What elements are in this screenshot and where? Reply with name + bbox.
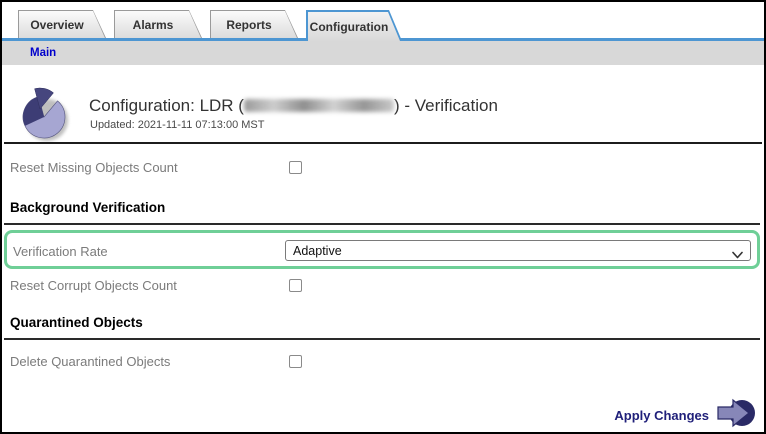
- section-divider-background-verification: [4, 223, 760, 225]
- tab-alarms[interactable]: Alarms: [114, 10, 202, 38]
- tab-reports-label: Reports: [211, 11, 297, 38]
- reset-missing-objects-checkbox[interactable]: [289, 161, 302, 174]
- tab-overview[interactable]: Overview: [18, 10, 106, 38]
- tab-configuration[interactable]: Configuration: [306, 10, 402, 41]
- delete-quarantined-objects-checkbox[interactable]: [289, 355, 302, 368]
- reset-corrupt-objects-label: Reset Corrupt Objects Count: [10, 278, 177, 293]
- redacted-node-name: [243, 99, 394, 112]
- section-divider-quarantined-objects: [4, 338, 760, 340]
- section-quarantined-objects: Quarantined Objects: [10, 315, 143, 330]
- tab-alarms-label: Alarms: [115, 11, 201, 38]
- section-background-verification: Background Verification: [10, 200, 166, 215]
- verification-rate-select-wrap: Adaptive: [285, 240, 751, 261]
- verification-rate-select[interactable]: Adaptive: [285, 240, 751, 261]
- reset-corrupt-objects-checkbox[interactable]: [289, 279, 302, 292]
- delete-quarantined-objects-label: Delete Quarantined Objects: [10, 354, 171, 369]
- page-title-prefix: Configuration: LDR (: [89, 96, 244, 115]
- tab-reports[interactable]: Reports: [210, 10, 298, 38]
- updated-timestamp: Updated: 2021-11-11 07:13:00 MST: [90, 119, 265, 131]
- highlight-box: Verification Rate Adaptive: [4, 230, 760, 269]
- pie-chart-icon: [12, 85, 74, 148]
- tab-configuration-label: Configuration: [308, 12, 400, 41]
- apply-changes-button[interactable]: Apply Changes: [614, 396, 756, 432]
- reset-missing-objects-label: Reset Missing Objects Count: [10, 160, 178, 175]
- page-title: Configuration: LDR ( ) - Verification: [89, 96, 498, 116]
- breadcrumb: Main: [2, 41, 764, 65]
- page-title-suffix: ) - Verification: [393, 96, 498, 115]
- header-divider: [4, 142, 762, 144]
- configuration-page: Overview Alarms Reports Configuration Ma…: [0, 0, 766, 434]
- apply-changes-label: Apply Changes: [614, 408, 709, 423]
- tab-overview-label: Overview: [19, 11, 105, 38]
- breadcrumb-main-link[interactable]: Main: [30, 41, 56, 65]
- verification-rate-label: Verification Rate: [13, 244, 108, 259]
- apply-arrow-icon: [716, 396, 756, 432]
